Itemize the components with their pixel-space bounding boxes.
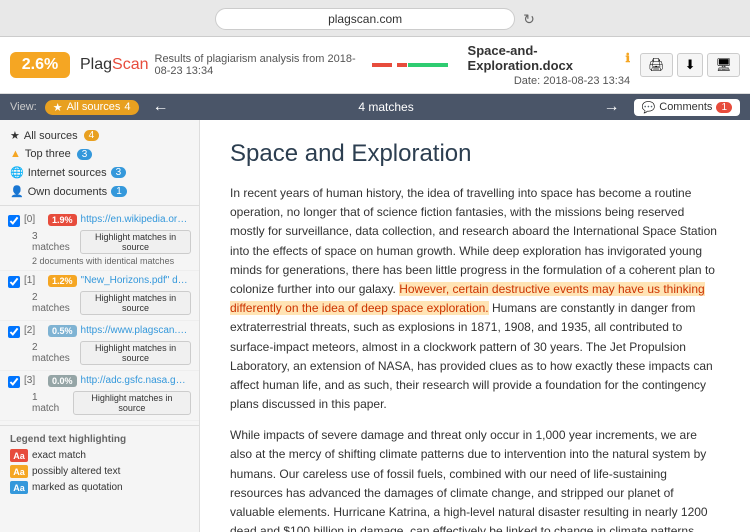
score-badge: 2.6% (10, 52, 70, 78)
source-3-index: [3] (24, 375, 44, 386)
document-content: Space and Exploration In recent years of… (200, 120, 750, 532)
legend-title: Legend text highlighting (10, 434, 189, 445)
source-3-checkbox[interactable] (8, 376, 20, 388)
source-item-2: [2] 0.5% https://www.plagscan.com/dlView… (0, 321, 199, 371)
source-1-pct: 1.2% (48, 275, 77, 287)
source-3-url[interactable]: http://adc.gsfc.nasa.gov/adc/education/s… (81, 375, 191, 386)
source-2-highlight-btn[interactable]: Highlight matches in source (80, 341, 191, 365)
source-1-matches: 2 matches (32, 292, 74, 314)
match-count: 4 matches (191, 100, 582, 114)
all-sources-count: 4 (124, 101, 130, 113)
sidebar-item-internet-sources[interactable]: 🌐 Internet sources 3 (0, 163, 199, 182)
source-1-highlight-btn[interactable]: Highlight matches in source (80, 291, 191, 315)
star-icon: ★ (10, 129, 20, 142)
altered-text-label: possibly altered text (32, 466, 120, 477)
sidebar-item-own-documents[interactable]: 👤 Own documents 1 (0, 182, 199, 201)
all-sources-label: All sources (67, 101, 121, 113)
browser-chrome: ↻ (0, 0, 750, 37)
sidebar: ★ All sources 4 ▲ Top three 3 🌐 Internet… (0, 120, 200, 532)
internet-count-badge: 3 (111, 167, 127, 178)
quotation-label: marked as quotation (32, 482, 123, 493)
brand-logo: PlagScan (80, 56, 149, 74)
source-0-checkbox[interactable] (8, 215, 20, 227)
sidebar-own-docs-label: Own documents (28, 186, 107, 198)
comments-label: Comments (659, 101, 712, 113)
comments-button[interactable]: 💬 Comments 1 (634, 99, 740, 116)
exact-match-label: exact match (32, 450, 86, 461)
next-match-button[interactable]: → (598, 98, 626, 116)
source-0-sub: 2 documents with identical matches (32, 256, 191, 266)
source-item-3: [3] 0.0% http://adc.gsfc.nasa.gov/adc/ed… (0, 371, 199, 421)
paragraph-1: In recent years of human history, the id… (230, 184, 720, 414)
download-button[interactable]: ⬇ (677, 53, 704, 77)
top-three-icon: ▲ (10, 148, 21, 160)
all-sources-filter[interactable]: ★ All sources 4 (45, 100, 139, 115)
sidebar-all-sources-label: All sources (24, 130, 78, 142)
sidebar-top-three-label: Top three (25, 148, 71, 160)
source-0-index: [0] (24, 214, 44, 225)
source-2-url[interactable]: https://www.plagscan.com/dlView?7395199 (81, 325, 191, 336)
legend: Legend text highlighting Aa exact match … (0, 425, 199, 505)
file-date: Date: 2018-08-23 13:34 (514, 75, 630, 87)
top-three-count-badge: 3 (77, 149, 93, 160)
prev-match-button[interactable]: ← (147, 98, 175, 116)
app-header: 2.6% PlagScan Results of plagiarism anal… (0, 37, 750, 94)
highlighted-text: However, certain destructive events may … (230, 282, 705, 315)
paragraph-2: While impacts of severe damage and threa… (230, 426, 720, 532)
source-0-pct: 1.9% (48, 214, 77, 226)
source-2-matches: 2 matches (32, 342, 74, 364)
person-icon: 👤 (10, 185, 24, 198)
source-2-index: [2] (24, 325, 44, 336)
source-3-highlight-btn[interactable]: Highlight matches in source (73, 391, 191, 415)
own-docs-count-badge: 1 (111, 186, 127, 197)
toolbar: View: ★ All sources 4 ← 4 matches → 💬 Co… (0, 94, 750, 120)
legend-item-altered: Aa possibly altered text (10, 465, 189, 478)
quotation-box: Aa (10, 481, 28, 494)
source-0-matches: 3 matches (32, 231, 74, 253)
sidebar-item-top-three[interactable]: ▲ Top three 3 (0, 145, 199, 163)
source-3-matches: 1 match (32, 392, 67, 414)
exact-match-box: Aa (10, 449, 28, 462)
legend-item-quotation: Aa marked as quotation (10, 481, 189, 494)
filename: Space-and-Exploration.docx ℹ (468, 43, 631, 73)
comment-icon: 💬 (642, 101, 656, 114)
source-2-checkbox[interactable] (8, 326, 20, 338)
source-item-1: [1] 1.2% "New_Horizons.pdf" dated 2018-0… (0, 271, 199, 321)
altered-text-box: Aa (10, 465, 28, 478)
source-0-highlight-btn[interactable]: Highlight matches in source (80, 230, 191, 254)
source-3-pct: 0.0% (48, 375, 77, 387)
star-icon: ★ (53, 101, 63, 114)
info-icon[interactable]: ℹ (626, 51, 631, 65)
source-1-checkbox[interactable] (8, 276, 20, 288)
source-1-url[interactable]: "New_Horizons.pdf" dated 2018-06-15 (81, 275, 191, 286)
all-sources-count-badge: 4 (84, 130, 100, 141)
address-bar[interactable] (215, 8, 515, 30)
sidebar-internet-label: Internet sources (28, 167, 107, 179)
document-title: Space and Exploration (230, 140, 720, 168)
source-item-0: [0] 1.9% https://en.wikipedia.org/wiki/S… (0, 210, 199, 271)
legend-item-exact: Aa exact match (10, 449, 189, 462)
view-label: View: (10, 101, 37, 113)
refresh-button[interactable]: ↻ (523, 11, 535, 28)
analysis-info: Results of plagiarism analysis from 2018… (155, 53, 366, 77)
monitor-button[interactable]: 🖥 (707, 53, 740, 77)
source-0-url[interactable]: https://en.wikipedia.org/wiki/Space_expl… (81, 214, 191, 225)
internet-icon: 🌐 (10, 166, 24, 179)
source-2-pct: 0.5% (48, 325, 77, 337)
comments-count: 1 (716, 102, 732, 113)
source-1-index: [1] (24, 275, 44, 286)
print-button[interactable]: 🖨 (640, 53, 673, 77)
sidebar-item-all-sources[interactable]: ★ All sources 4 (0, 126, 199, 145)
